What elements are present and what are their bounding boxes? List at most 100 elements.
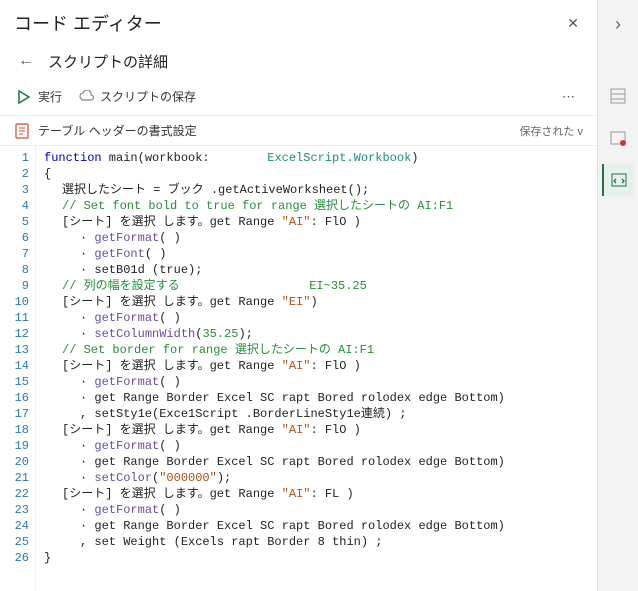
- code-token: [シート] を選択 します。get Range: [62, 215, 282, 229]
- code-editor[interactable]: 1234567891011121314151617181920212223242…: [0, 146, 597, 591]
- code-token: · get Range Border Excel SC rapt Bored r…: [80, 391, 505, 405]
- saved-status: 保存された v: [519, 123, 583, 139]
- code-line[interactable]: // Set border for range 選択したシートの AI:F1: [44, 342, 597, 358]
- line-number: 11: [0, 310, 29, 326]
- run-label: 実行: [38, 88, 62, 105]
- code-line[interactable]: 選択したシート = ブック .getActiveWorksheet();: [44, 182, 597, 198]
- code-area[interactable]: function main(workbook: ExcelScript.Work…: [36, 146, 597, 591]
- code-line[interactable]: · get Range Border Excel SC rapt Bored r…: [44, 518, 597, 534]
- code-token: ·: [80, 439, 94, 453]
- code-line[interactable]: · getFont( ): [44, 246, 597, 262]
- code-token: : FlO ): [310, 359, 360, 373]
- line-number: 24: [0, 518, 29, 534]
- code-line[interactable]: [シート] を選択 します。get Range "AI": FL ): [44, 486, 597, 502]
- code-line[interactable]: {: [44, 166, 597, 182]
- code-token: 選択したシートの AI:F1: [228, 343, 374, 357]
- code-token: getFormat: [94, 375, 159, 389]
- code-token: · setB01d (true);: [80, 263, 202, 277]
- main-pane: コード エディター ✕ ← スクリプトの詳細 実行 スクリプトの保存 ⋯ テーブ…: [0, 0, 598, 591]
- code-line[interactable]: · getFormat( ): [44, 438, 597, 454]
- code-line[interactable]: · getFormat( ): [44, 310, 597, 326]
- titlebar: コード エディター ✕: [0, 0, 597, 40]
- code-line[interactable]: · setB01d (true);: [44, 262, 597, 278]
- code-token: ·: [80, 503, 94, 517]
- code-token: [シート] を選択 します。get Range: [62, 295, 282, 309]
- code-token: ): [411, 151, 418, 165]
- code-token: ( ): [159, 439, 181, 453]
- code-line[interactable]: [シート] を選択 します。get Range "AI": FlO ): [44, 358, 597, 374]
- code-token: ·: [80, 311, 94, 325]
- code-token: ·: [80, 327, 94, 341]
- line-number: 26: [0, 550, 29, 566]
- more-button[interactable]: ⋯: [556, 85, 583, 109]
- code-line[interactable]: · getFormat( ): [44, 230, 597, 246]
- code-token: "000000": [159, 471, 217, 485]
- code-token: · get Range Border Excel SC rapt Bored r…: [80, 455, 505, 469]
- rail-tab-code[interactable]: [602, 164, 634, 196]
- code-token: , setSty1e(Exce1Script .BorderLineSty1e連…: [80, 407, 406, 421]
- code-token: function: [44, 151, 102, 165]
- grid-icon: [609, 87, 627, 105]
- code-line[interactable]: · get Range Border Excel SC rapt Bored r…: [44, 454, 597, 470]
- save-label: スクリプトの保存: [100, 88, 196, 105]
- line-number: 14: [0, 358, 29, 374]
- code-line[interactable]: · getFormat( ): [44, 374, 597, 390]
- rail-tab-1[interactable]: [602, 80, 634, 112]
- code-token: main(workbook:: [102, 151, 268, 165]
- line-number-gutter: 1234567891011121314151617181920212223242…: [0, 146, 36, 591]
- code-token: "EI": [282, 295, 311, 309]
- code-line[interactable]: function main(workbook: ExcelScript.Work…: [44, 150, 597, 166]
- close-icon[interactable]: ✕: [563, 11, 583, 36]
- code-token: {: [44, 167, 51, 181]
- code-token: 35.25: [202, 327, 238, 341]
- line-number: 19: [0, 438, 29, 454]
- code-line[interactable]: , set Weight (Excels rapt Border 8 thin)…: [44, 534, 597, 550]
- line-number: 8: [0, 262, 29, 278]
- code-line[interactable]: [シート] を選択 します。get Range "AI": FlO ): [44, 422, 597, 438]
- toolbar: 実行 スクリプトの保存 ⋯: [0, 78, 597, 116]
- line-number: 22: [0, 486, 29, 502]
- code-token: , set Weight (Excels rapt Border 8 thin)…: [80, 535, 382, 549]
- line-number: 21: [0, 470, 29, 486]
- line-number: 5: [0, 214, 29, 230]
- script-name[interactable]: テーブル ヘッダーの書式設定: [38, 122, 197, 139]
- code-line[interactable]: }: [44, 550, 597, 566]
- code-token: ·: [80, 247, 94, 261]
- code-line[interactable]: · setColor("000000");: [44, 470, 597, 486]
- run-button[interactable]: 実行: [14, 84, 64, 109]
- code-token: 選択したシート = ブック: [62, 183, 211, 197]
- script-info-row: テーブル ヘッダーの書式設定 保存された v: [0, 116, 597, 146]
- rail-tab-2[interactable]: [602, 122, 634, 154]
- code-token: .getActiveWorksheet();: [211, 183, 369, 197]
- code-token: ·: [80, 471, 94, 485]
- code-token: "AI": [282, 487, 311, 501]
- record-icon: [609, 129, 627, 147]
- line-number: 25: [0, 534, 29, 550]
- line-number: 6: [0, 230, 29, 246]
- code-token: : FlO ): [310, 423, 360, 437]
- code-line[interactable]: · setColumnWidth(35.25);: [44, 326, 597, 342]
- code-token: 選択したシートの AI:F1: [307, 199, 453, 213]
- code-line[interactable]: [シート] を選択 します。get Range "AI": FlO ): [44, 214, 597, 230]
- code-token: "AI": [282, 215, 311, 229]
- code-line[interactable]: · get Range Border Excel SC rapt Bored r…: [44, 390, 597, 406]
- expand-rail-button[interactable]: ›: [602, 8, 634, 40]
- code-line[interactable]: // Set font bold to true for range 選択したシ…: [44, 198, 597, 214]
- code-line[interactable]: [シート] を選択 します。get Range "EI"): [44, 294, 597, 310]
- code-line[interactable]: , setSty1e(Exce1Script .BorderLineSty1e連…: [44, 406, 597, 422]
- code-token: ): [310, 295, 317, 309]
- code-line[interactable]: // 列の幅を設定する EI~35.25: [44, 278, 597, 294]
- save-script-button[interactable]: スクリプトの保存: [76, 84, 198, 109]
- line-number: 2: [0, 166, 29, 182]
- script-file-icon: [14, 123, 30, 139]
- code-icon: [610, 171, 628, 189]
- line-number: 15: [0, 374, 29, 390]
- code-line[interactable]: · getFormat( ): [44, 502, 597, 518]
- pane-title: コード エディター: [14, 10, 162, 36]
- back-button[interactable]: ←: [14, 50, 38, 72]
- code-token: "AI": [282, 359, 311, 373]
- code-token: [シート] を選択 します。get Range: [62, 487, 282, 501]
- code-token: · get Range Border Excel SC rapt Bored r…: [80, 519, 505, 533]
- code-token: ExcelScript.Workbook: [267, 151, 411, 165]
- line-number: 18: [0, 422, 29, 438]
